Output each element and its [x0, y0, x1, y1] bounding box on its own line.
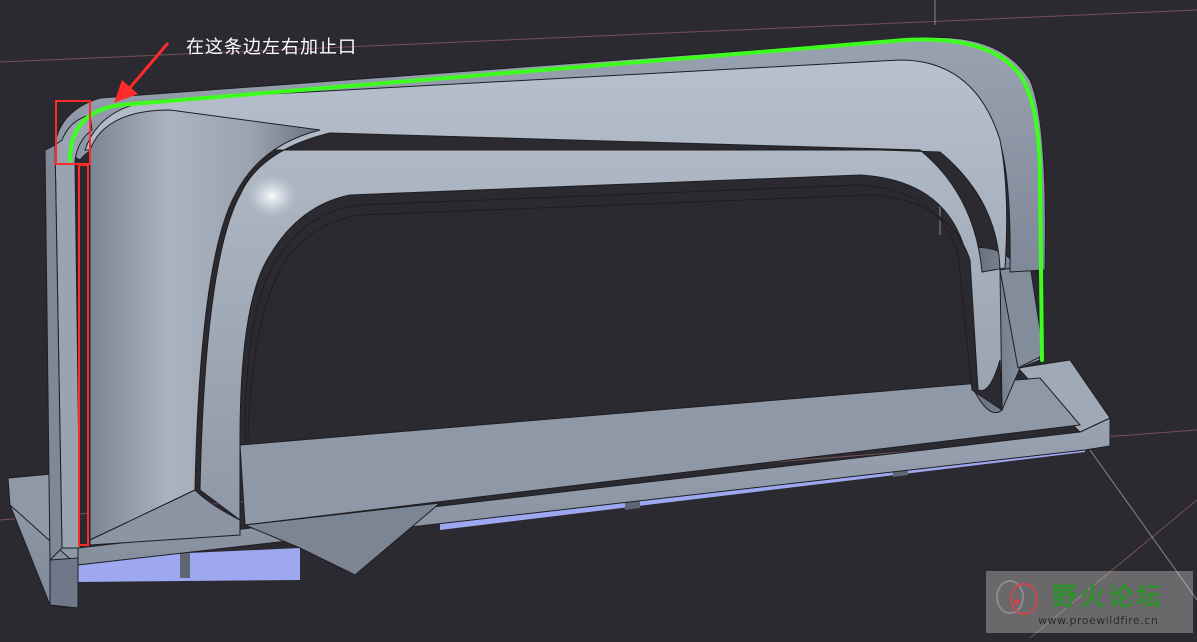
specular-highlight — [246, 174, 298, 218]
annotation-box-vertical — [78, 164, 89, 546]
left-wall — [44, 114, 93, 562]
watermark-url: www.proewildfire.cn — [1038, 614, 1159, 627]
watermark-title: 野火论坛 — [1052, 582, 1165, 611]
annotation-note: 在这条边左右加止口 — [186, 37, 357, 58]
butterfly-logo-icon — [996, 580, 1038, 615]
cad-viewport[interactable]: 在这条边左右加止口 野火论坛 www.proewildfire.cn — [0, 0, 1197, 639]
model-canvas[interactable] — [0, 0, 1197, 639]
watermark: 野火论坛 www.proewildfire.cn — [986, 571, 1193, 633]
